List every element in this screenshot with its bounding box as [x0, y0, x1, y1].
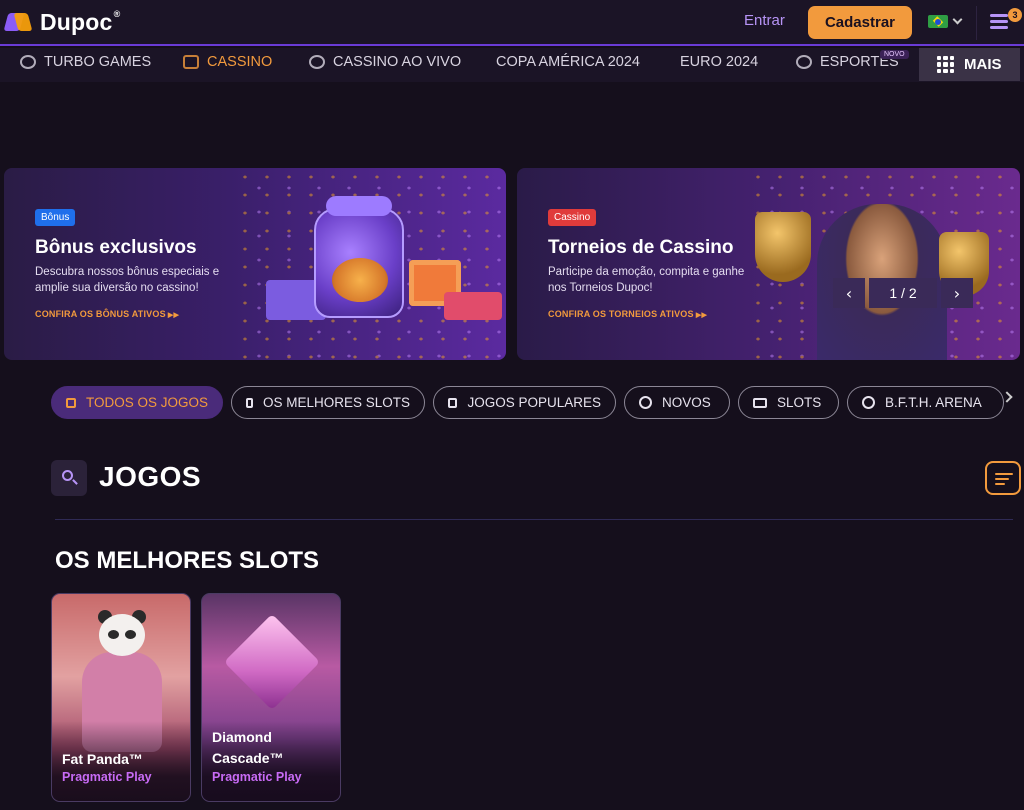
signup-button[interactable]: Cadastrar — [808, 6, 912, 39]
slot-icon — [183, 55, 199, 69]
filter-sort-button[interactable] — [985, 461, 1021, 495]
grid-icon — [937, 56, 954, 73]
arena-icon — [862, 396, 875, 409]
header-divider — [976, 6, 977, 40]
promo-banner-bonus[interactable]: Bônus Bônus exclusivos Descubra nossos b… — [4, 168, 506, 360]
game-filter-chips: TODOS OS JOGOS OS MELHORES SLOTS JOGOS P… — [51, 386, 1024, 419]
ribbon-image — [326, 196, 392, 216]
chip-slots[interactable]: SLOTS — [738, 386, 839, 419]
carousel-prev-button[interactable]: ‹ — [833, 278, 865, 308]
chevron-down-icon — [952, 14, 963, 25]
game-name: Fat Panda™ — [62, 751, 143, 767]
banner-link[interactable]: CONFIRA OS BÔNUS ATIVOS — [35, 309, 179, 319]
nav-item-euro[interactable]: EURO 2024 — [680, 54, 758, 70]
notification-badge: 3 — [1008, 8, 1022, 22]
turbo-icon — [20, 55, 36, 69]
game-card-fat-panda[interactable]: Fat Panda™ Pragmatic Play — [51, 593, 191, 802]
gift-box-image — [444, 292, 502, 320]
logo-text: Dupoc® — [40, 9, 121, 35]
top-header: Dupoc® Entrar Cadastrar 3 — [0, 0, 1024, 46]
banner-link[interactable]: CONFIRA OS TORNEIOS ATIVOS — [548, 309, 707, 319]
grid-icon — [66, 397, 76, 408]
section-title: OS MELHORES SLOTS — [55, 547, 320, 574]
banner-title: Bônus exclusivos — [35, 237, 197, 258]
language-selector[interactable] — [928, 14, 963, 28]
main-nav: TURBO GAMES CASSINO CASSINO AO VIVO COPA… — [0, 48, 1024, 82]
panda-head-image — [99, 614, 145, 656]
trophy-image — [755, 212, 811, 282]
soccer-ball-icon — [796, 55, 812, 69]
banner-title: Torneios de Cassino — [548, 237, 734, 258]
section-divider — [55, 519, 1013, 520]
chip-os-melhores-slots[interactable]: OS MELHORES SLOTS — [231, 386, 425, 419]
coins-image — [332, 258, 388, 302]
carousel-counter: 1 / 2 — [869, 278, 937, 308]
banner-tag: Bônus — [35, 209, 76, 226]
nav-item-turbo-games[interactable]: TURBO GAMES — [20, 54, 151, 70]
chip-todos-os-jogos[interactable]: TODOS OS JOGOS — [51, 386, 223, 419]
banner-tag: Cassino — [548, 209, 597, 226]
nav-item-copa-america[interactable]: COPA AMÉRICA 2024 — [496, 54, 640, 70]
site-logo[interactable]: Dupoc® — [3, 9, 121, 36]
slot-icon — [246, 397, 253, 408]
search-button[interactable] — [51, 460, 87, 496]
logo-mark-icon — [3, 11, 34, 35]
search-icon — [62, 470, 73, 481]
game-name: Diamond Cascade™ — [212, 729, 284, 766]
new-badge: NOVO — [880, 50, 909, 59]
chip-jogos-populares[interactable]: JOGOS POPULARES — [433, 386, 616, 419]
hamburger-menu-icon[interactable] — [990, 14, 1008, 30]
page-title: JOGOS — [99, 461, 202, 492]
dealer-icon — [309, 55, 325, 69]
trophy-icon — [448, 397, 458, 408]
more-menu-button[interactable]: MAIS — [919, 48, 1020, 81]
star-icon — [639, 396, 652, 409]
promo-banner-torneios[interactable]: Cassino Torneios de Cassino Participe da… — [517, 168, 1020, 360]
nav-item-cassino-ao-vivo[interactable]: CASSINO AO VIVO — [309, 54, 461, 70]
game-card-diamond-cascade[interactable]: Diamond Cascade™ Pragmatic Play — [201, 593, 341, 802]
carousel-controls: ‹ 1 / 2 › — [833, 278, 973, 308]
diamond-image — [223, 613, 321, 711]
carousel-next-button[interactable]: › — [941, 278, 973, 308]
nav-item-cassino[interactable]: CASSINO — [183, 54, 272, 70]
banner-description: Descubra nossos bônus especiais e amplie… — [35, 266, 220, 294]
chip-bfth-arena[interactable]: B.F.T.H. ARENA — [847, 386, 1004, 419]
banner-description: Participe da emoção, compita e ganhe nos… — [548, 266, 745, 294]
game-provider: Pragmatic Play — [62, 770, 152, 784]
brazil-flag-icon — [928, 15, 948, 28]
slot-icon — [753, 397, 767, 408]
chip-novos[interactable]: NOVOS — [624, 386, 730, 419]
login-button[interactable]: Entrar — [744, 12, 785, 29]
game-provider: Pragmatic Play — [212, 770, 302, 784]
